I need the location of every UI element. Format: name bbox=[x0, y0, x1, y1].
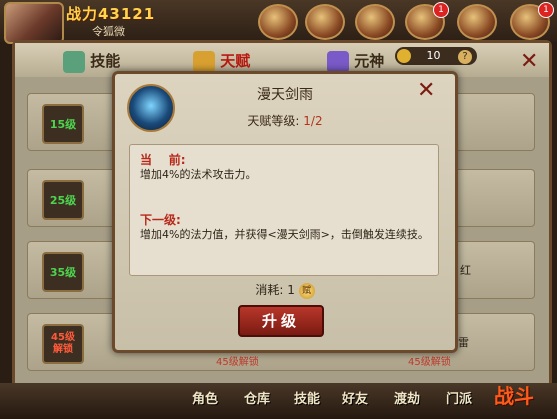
tab-spirit[interactable]: 元神 bbox=[327, 49, 384, 73]
help-icon[interactable]: ? bbox=[458, 50, 472, 64]
top-hud: 战力43121 令狐微 1 1 bbox=[0, 0, 557, 44]
nav-friends[interactable]: 好友 bbox=[342, 388, 368, 407]
bottom-nav: 角色 仓库 技能 好友 渡劫 门派 bbox=[0, 383, 557, 419]
cost-value: 1 bbox=[287, 283, 295, 297]
notification-badge: 1 bbox=[538, 2, 554, 18]
scroll-icon[interactable] bbox=[258, 4, 298, 40]
current-label: 当 前: bbox=[140, 153, 186, 167]
notification-badge: 1 bbox=[433, 2, 449, 18]
dragon-icon[interactable] bbox=[355, 4, 395, 40]
nav-skills[interactable]: 技能 bbox=[294, 388, 320, 407]
talent-points-value: 10 bbox=[426, 49, 441, 62]
tab-talents[interactable]: 天赋 bbox=[193, 49, 250, 73]
tab-skills[interactable]: 技能 bbox=[63, 49, 120, 73]
player-avatar[interactable] bbox=[4, 2, 64, 44]
event-icon[interactable] bbox=[305, 4, 345, 40]
level-badge: 35级 bbox=[42, 252, 84, 292]
talent-detail-dialog: 漫天剑雨 ✕ 天赋等级: 1/2 当 前: 增加4%的法术攻击力。 下一级: 增… bbox=[112, 71, 458, 353]
talent-points-counter: 10 ? bbox=[395, 47, 477, 65]
talent-level: 天赋等级: 1/2 bbox=[115, 112, 455, 129]
unlock-requirement: 45级解锁 bbox=[216, 357, 259, 368]
next-level-label: 下一级: bbox=[140, 213, 181, 227]
gift-icon[interactable] bbox=[457, 4, 497, 40]
talent-level-value: 1/2 bbox=[303, 114, 323, 128]
panel-close-icon[interactable]: ✕ bbox=[520, 51, 538, 73]
dialog-close-icon[interactable]: ✕ bbox=[417, 78, 435, 103]
talent-point-icon: 赋 bbox=[298, 282, 315, 299]
coin-icon bbox=[397, 49, 411, 63]
nav-tribulation[interactable]: 渡劫 bbox=[394, 388, 420, 407]
unlock-requirement: 45级解锁 bbox=[408, 357, 451, 368]
level-badge-locked: 45级 解锁 bbox=[42, 324, 84, 364]
talents-tab-icon bbox=[193, 50, 215, 73]
talent-level-label: 天赋等级: bbox=[247, 114, 300, 128]
level-badge: 25级 bbox=[42, 180, 84, 220]
skills-tab-icon bbox=[63, 50, 85, 73]
row-text-fragment: 雷 bbox=[458, 336, 469, 349]
cost-label: 消耗: bbox=[255, 283, 284, 297]
current-effect: 增加4%的法术攻击力。 bbox=[140, 168, 257, 181]
nav-sect[interactable]: 门派 bbox=[446, 388, 472, 407]
nav-inventory[interactable]: 仓库 bbox=[244, 388, 270, 407]
battle-button[interactable]: 战斗 bbox=[494, 380, 534, 409]
combat-power: 战力43121 bbox=[66, 5, 156, 23]
row-text-fragment: 红 bbox=[460, 264, 471, 277]
level-badge: 15级 bbox=[42, 104, 84, 144]
spirit-tab-icon bbox=[327, 50, 349, 73]
nav-character[interactable]: 角色 bbox=[192, 388, 218, 407]
player-name: 令狐微 bbox=[92, 25, 125, 38]
talent-info-box: 当 前: 增加4%的法术攻击力。 下一级: 增加4%的法力值，并获得<漫天剑雨>… bbox=[129, 144, 439, 276]
upgrade-button[interactable]: 升级 bbox=[238, 305, 324, 337]
upgrade-cost: 消耗: 1 赋 bbox=[115, 281, 455, 299]
next-level-effect: 增加4%的法力值，并获得<漫天剑雨>，击倒触发连续技。 bbox=[140, 228, 429, 241]
